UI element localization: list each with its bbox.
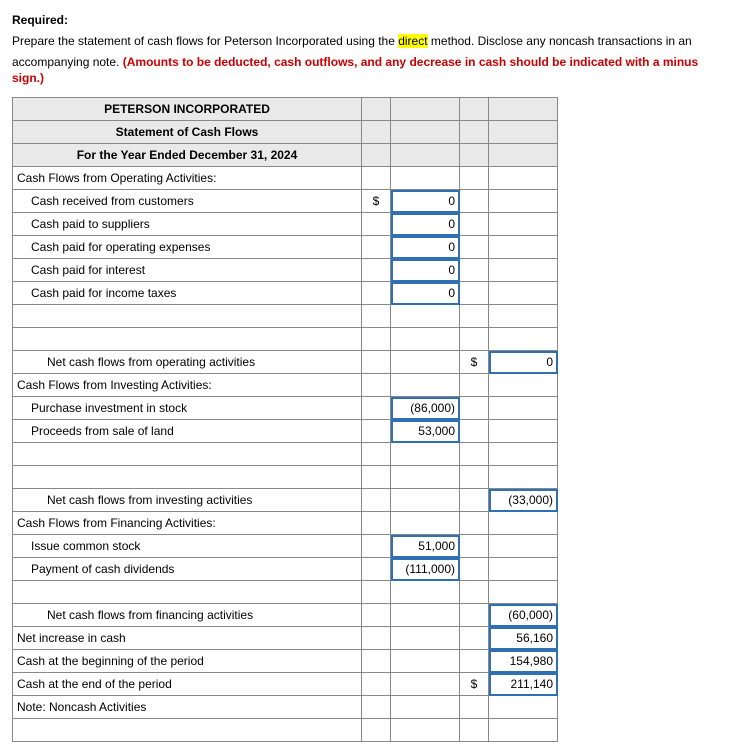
- row-blank[interactable]: [13, 443, 362, 466]
- row-inv-net[interactable]: Net cash flows from investing activities: [13, 489, 362, 512]
- sym-end: $: [460, 673, 489, 696]
- row-blank[interactable]: [13, 305, 362, 328]
- val-fin1[interactable]: 51,000: [391, 535, 460, 558]
- sym-op1: $: [362, 190, 391, 213]
- sym-opnet: $: [460, 351, 489, 374]
- row-blank[interactable]: [13, 719, 362, 742]
- val-op3[interactable]: 0: [391, 236, 460, 259]
- val-inv1[interactable]: (86,000): [391, 397, 460, 420]
- row-fin-header[interactable]: Cash Flows from Financing Activities:: [13, 512, 362, 535]
- instructions-block: Required: Prepare the statement of cash …: [12, 12, 725, 87]
- row-end[interactable]: Cash at the end of the period: [13, 673, 362, 696]
- row-fin-net[interactable]: Net cash flows from financing activities: [13, 604, 362, 627]
- instr-text-1b: method. Disclose any noncash transaction…: [428, 34, 692, 48]
- row-blank[interactable]: [13, 466, 362, 489]
- row-fin2[interactable]: Payment of cash dividends: [13, 558, 362, 581]
- val-fin2[interactable]: (111,000): [391, 558, 460, 581]
- row-inv-header[interactable]: Cash Flows from Investing Activities:: [13, 374, 362, 397]
- instr-highlight: direct: [398, 34, 427, 48]
- row-op5[interactable]: Cash paid for income taxes: [13, 282, 362, 305]
- row-net-inc[interactable]: Net increase in cash: [13, 627, 362, 650]
- row-op1[interactable]: Cash received from customers: [13, 190, 362, 213]
- row-op2[interactable]: Cash paid to suppliers: [13, 213, 362, 236]
- required-label: Required:: [12, 13, 68, 27]
- val-op-net[interactable]: 0: [489, 351, 558, 374]
- val-net-inc[interactable]: 56,160: [489, 627, 558, 650]
- val-beg[interactable]: 154,980: [489, 650, 558, 673]
- val-op1[interactable]: 0: [391, 190, 460, 213]
- title-period: For the Year Ended December 31, 2024: [13, 144, 362, 167]
- val-fin-net[interactable]: (60,000): [489, 604, 558, 627]
- val-end[interactable]: 211,140: [489, 673, 558, 696]
- row-inv2[interactable]: Proceeds from sale of land: [13, 420, 362, 443]
- row-note[interactable]: Note: Noncash Activities: [13, 696, 362, 719]
- row-blank[interactable]: [13, 581, 362, 604]
- row-op4[interactable]: Cash paid for interest: [13, 259, 362, 282]
- instr-text-2a: accompanying note.: [12, 55, 123, 69]
- row-blank[interactable]: [13, 328, 362, 351]
- row-fin1[interactable]: Issue common stock: [13, 535, 362, 558]
- val-op4[interactable]: 0: [391, 259, 460, 282]
- row-inv1[interactable]: Purchase investment in stock: [13, 397, 362, 420]
- val-inv-net[interactable]: (33,000): [489, 489, 558, 512]
- val-op2[interactable]: 0: [391, 213, 460, 236]
- val-op5[interactable]: 0: [391, 282, 460, 305]
- cash-flow-table: PETERSON INCORPORATED Statement of Cash …: [12, 97, 558, 742]
- row-beg[interactable]: Cash at the beginning of the period: [13, 650, 362, 673]
- title-statement: Statement of Cash Flows: [13, 121, 362, 144]
- row-op3[interactable]: Cash paid for operating expenses: [13, 236, 362, 259]
- row-op-net[interactable]: Net cash flows from operating activities: [13, 351, 362, 374]
- instr-text-1a: Prepare the statement of cash flows for …: [12, 34, 398, 48]
- row-op-header[interactable]: Cash Flows from Operating Activities:: [13, 167, 362, 190]
- val-inv2[interactable]: 53,000: [391, 420, 460, 443]
- title-company: PETERSON INCORPORATED: [13, 98, 362, 121]
